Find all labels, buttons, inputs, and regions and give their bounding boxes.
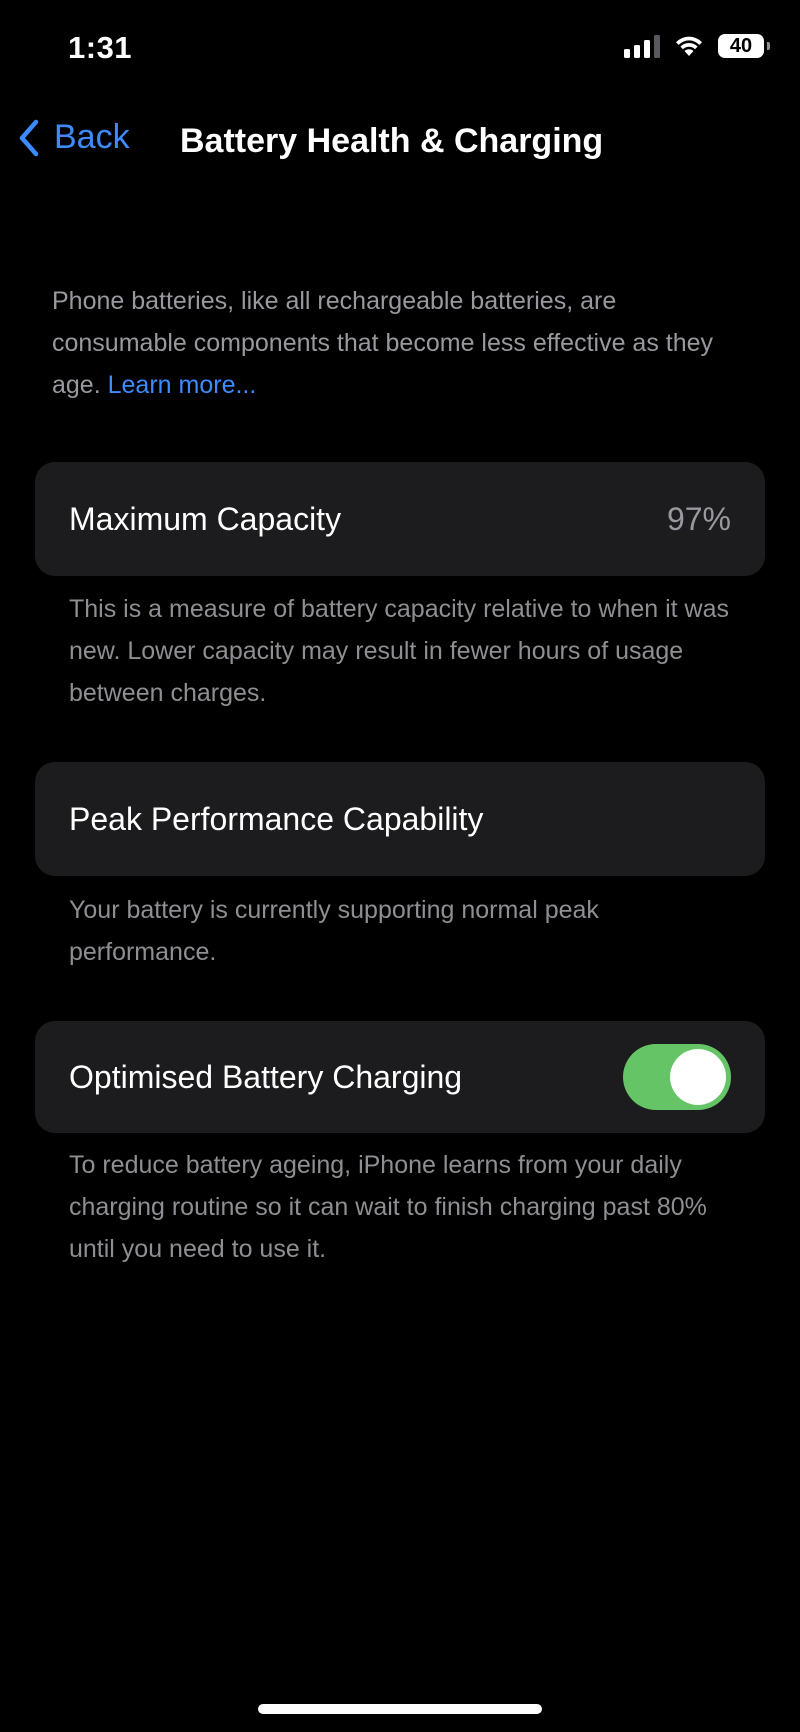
optimised-charging-footer: To reduce battery ageing, iPhone learns …	[69, 1151, 707, 1263]
back-button[interactable]: Back	[18, 118, 130, 157]
cellular-signal-icon	[624, 34, 660, 58]
status-icons: 40	[624, 34, 770, 58]
wifi-icon	[676, 36, 702, 56]
maximum-capacity-footer: This is a measure of battery capacity re…	[69, 595, 730, 707]
battery-icon: 40	[718, 34, 770, 58]
status-time: 1:31	[68, 30, 133, 65]
optimised-charging-row: Optimised Battery Charging	[35, 1021, 765, 1133]
status-bar: 1:31 40	[0, 0, 800, 100]
peak-performance-row: Peak Performance Capability	[35, 762, 765, 876]
maximum-capacity-value: 97%	[666, 500, 731, 537]
home-indicator[interactable]	[258, 1704, 542, 1714]
peak-performance-label: Peak Performance Capability	[69, 800, 484, 837]
back-label: Back	[54, 118, 130, 156]
toggle-knob	[670, 1049, 726, 1105]
optimised-charging-label: Optimised Battery Charging	[69, 1058, 463, 1095]
maximum-capacity-label: Maximum Capacity	[69, 500, 342, 537]
optimised-charging-toggle[interactable]	[623, 1044, 731, 1110]
maximum-capacity-row: Maximum Capacity 97%	[35, 462, 765, 576]
intro-text: Phone batteries, like all rechargeable b…	[52, 280, 752, 406]
page-title: Battery Health & Charging	[180, 122, 604, 160]
peak-performance-footer: Your battery is currently supporting nor…	[69, 896, 599, 966]
chevron-left-icon	[19, 119, 39, 156]
battery-level: 40	[729, 34, 753, 57]
learn-more-link[interactable]: Learn more...	[108, 371, 257, 399]
navigation-bar: Back Battery Health & Charging	[0, 110, 800, 174]
